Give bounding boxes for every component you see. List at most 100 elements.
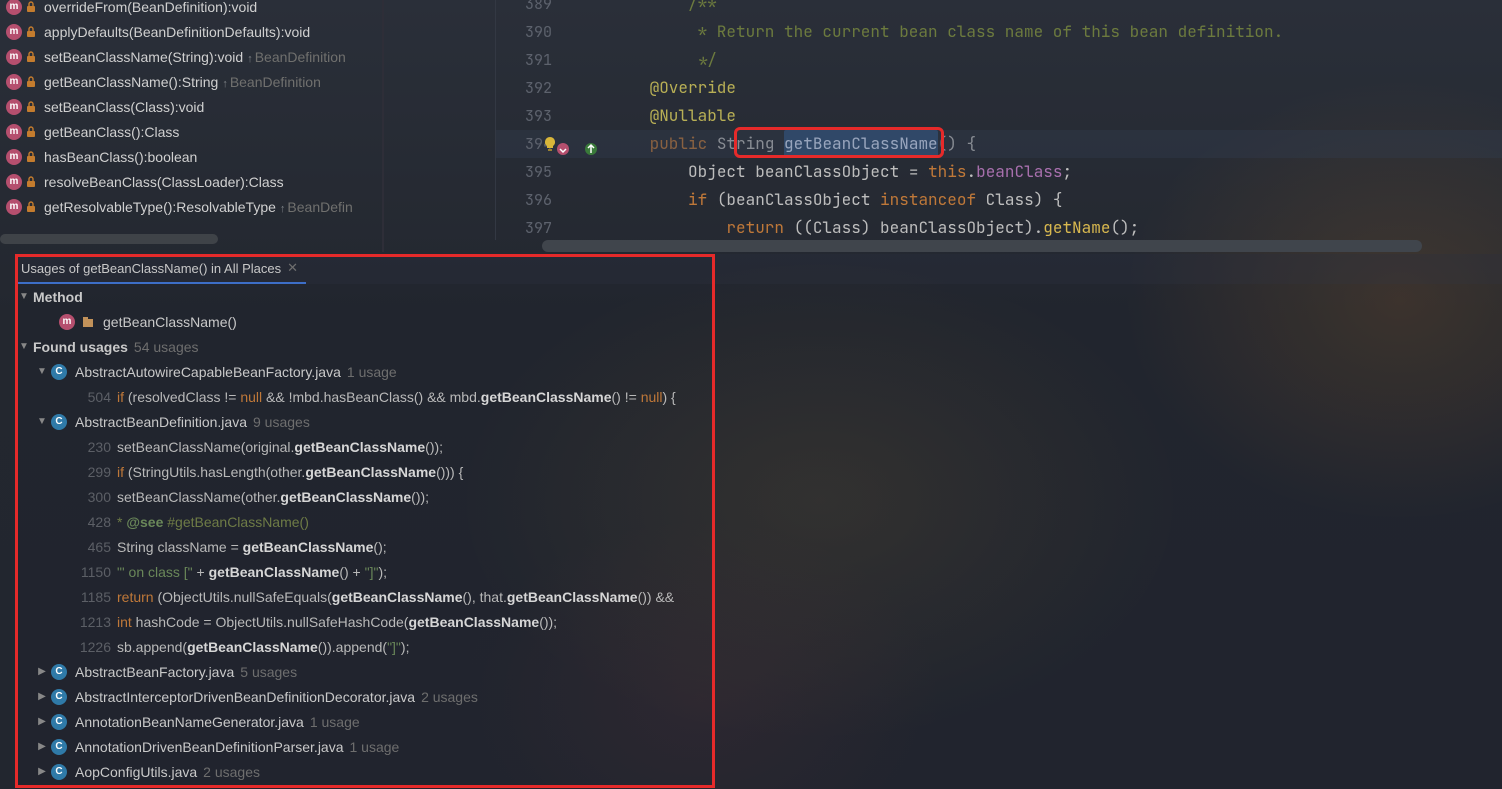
usages-file-node[interactable]: ▶CAnnotationBeanNameGenerator.java1 usag… — [15, 709, 1502, 734]
method-icon: m — [6, 174, 22, 190]
inherited-from: ↑BeanDefin — [280, 199, 353, 215]
usages-file-node[interactable]: ▶C AbstractBeanFactory.java 5 usages — [15, 659, 1502, 684]
structure-hscrollbar[interactable] — [0, 234, 382, 244]
structure-item[interactable]: mgetResolvableType(): ResolvableType↑Bea… — [0, 194, 382, 219]
usages-line-node[interactable]: 1213int hashCode = ObjectUtils.nullSafeH… — [15, 609, 1502, 634]
structure-item[interactable]: msetBeanClass(Class): void — [0, 94, 382, 119]
usage-code: if (resolvedClass != null && !mbd.hasBea… — [117, 389, 676, 405]
class-file-icon: C — [51, 414, 67, 430]
scrollbar-thumb[interactable] — [542, 240, 1422, 252]
target-method: getBeanClassName() — [103, 314, 237, 330]
method-signature: applyDefaults(BeanDefinitionDefaults): — [44, 24, 284, 40]
method-signature: getResolvableType(): — [44, 199, 176, 215]
method-icon: m — [6, 49, 22, 65]
usages-line-node[interactable]: 1150"' on class [" + getBeanClassName() … — [15, 559, 1502, 584]
structure-item[interactable]: mapplyDefaults(BeanDefinitionDefaults): … — [0, 19, 382, 44]
method-icon: m — [6, 149, 22, 165]
tree-toggle-icon[interactable]: ▶ — [33, 691, 51, 702]
structure-item[interactable]: m getBeanClassName(): String↑BeanDefiniti… — [0, 69, 382, 94]
scrollbar-thumb[interactable] — [0, 234, 218, 244]
usage-count: 9 usages — [253, 414, 310, 430]
usages-line-node[interactable]: 504if (resolvedClass != null && !mbd.has… — [15, 384, 1502, 409]
tree-toggle-icon[interactable]: ▼ — [33, 416, 51, 427]
code-line[interactable]: * Return the current bean class name of … — [496, 21, 1283, 42]
file-name: AnnotationDrivenBeanDefinitionParser.jav… — [75, 739, 344, 755]
usage-count: 2 usages — [421, 689, 478, 705]
usages-line-node[interactable]: 300setBeanClassName(other.getBeanClassNa… — [15, 484, 1502, 509]
return-type: ResolvableType — [176, 199, 276, 215]
usages-line-node[interactable]: 428* @see #getBeanClassName() — [15, 509, 1502, 534]
structure-item[interactable]: moverrideFrom(BeanDefinition): void — [0, 0, 382, 19]
usages-file-node[interactable]: ▶CAbstractInterceptorDrivenBeanDefinitio… — [15, 684, 1502, 709]
usages-file-node[interactable]: ▶CAnnotationDrivenBeanDefinitionParser.j… — [15, 734, 1502, 759]
line-number: 392 — [516, 74, 552, 102]
usage-code: if (StringUtils.hasLength(other.getBeanC… — [117, 464, 463, 480]
editor-hscrollbar[interactable] — [542, 240, 1442, 252]
tab-title: Usages of getBeanClassName() in All Plac… — [21, 261, 281, 276]
method-icon: m — [6, 74, 22, 90]
usages-line-node[interactable]: 230 setBeanClassName(original.getBeanClas… — [15, 434, 1502, 459]
usages-line-node[interactable]: 1185return (ObjectUtils.nullSafeEquals(g… — [15, 584, 1502, 609]
class-file-icon: C — [51, 664, 67, 680]
tree-toggle-icon[interactable]: ▼ — [15, 291, 33, 302]
method-signature: hasBeanClass(): — [44, 149, 148, 165]
usage-count: 1 usage — [347, 364, 397, 380]
usages-file-node[interactable]: ▼C AbstractAutowireCapableBeanFactory.jav… — [15, 359, 1502, 384]
inherited-from: ↑BeanDefinition — [222, 74, 321, 90]
usages-line-node[interactable]: 1226sb.append(getBeanClassName()).append… — [15, 634, 1502, 659]
tree-toggle-icon[interactable]: ▶ — [33, 716, 51, 727]
method-icon: m — [6, 124, 22, 140]
lock-icon — [26, 126, 38, 138]
usages-section[interactable]: ▼Found usages54 usages — [15, 334, 1502, 359]
find-usages-tab[interactable]: Usages of getBeanClassName() in All Plac… — [15, 254, 306, 284]
structure-item[interactable]: msetBeanClassName(String): void↑BeanDefi… — [0, 44, 382, 69]
tree-toggle-icon[interactable]: ▶ — [33, 741, 51, 752]
usages-file-node[interactable]: ▶CAopConfigUtils.java2 usages — [15, 759, 1502, 784]
method-signature: resolveBeanClass(ClassLoader): — [44, 174, 249, 190]
usage-count: 1 usage — [350, 739, 400, 755]
usage-code: setBeanClassName(original.getBeanClassNa… — [117, 439, 443, 455]
usages-line-node[interactable]: 465String className = getBeanClassName()… — [15, 534, 1502, 559]
tree-toggle-icon[interactable]: ▼ — [15, 341, 33, 352]
class-file-icon: C — [51, 764, 67, 780]
file-name: AbstractAutowireCapableBeanFactory.java — [75, 364, 341, 380]
lock-icon — [26, 76, 38, 88]
usage-line-number: 428 — [69, 514, 111, 530]
method-icon: m — [59, 314, 75, 330]
usages-line-node[interactable]: 299if (StringUtils.hasLength(other.getBe… — [15, 459, 1502, 484]
tree-toggle-icon[interactable]: ▶ — [33, 766, 51, 777]
tree-toggle-icon[interactable]: ▶ — [33, 666, 51, 677]
close-icon[interactable]: ✕ — [287, 260, 298, 276]
method-signature: getBeanClass(): — [44, 124, 144, 140]
structure-item[interactable]: m hasBeanClass(): boolean — [0, 144, 382, 169]
line-number: 395 — [516, 158, 552, 186]
file-name: AnnotationBeanNameGenerator.java — [75, 714, 304, 730]
structure-item[interactable]: mgetBeanClass(): Class — [0, 119, 382, 144]
editor-pane[interactable]: 389 /**390 * Return the current bean cla… — [382, 0, 1502, 252]
structure-item[interactable]: m resolveBeanClass(ClassLoader): Class — [0, 169, 382, 194]
lock-icon — [26, 101, 38, 113]
usages-section[interactable]: ▼Method — [15, 284, 1502, 309]
usages-file-node[interactable]: ▼CAbstractBeanDefinition.java9 usages — [15, 409, 1502, 434]
find-usages-tabs: Usages of getBeanClassName() in All Plac… — [15, 254, 1502, 284]
tree-toggle-icon[interactable]: ▼ — [33, 366, 51, 377]
return-type: void — [284, 24, 310, 40]
usages-target[interactable]: m getBeanClassName() — [15, 309, 1502, 334]
return-type: String — [182, 74, 219, 90]
method-signature: getBeanClassName(): — [44, 74, 182, 90]
usage-line-number: 230 — [69, 439, 111, 455]
find-usages-tool-window[interactable]: Usages of getBeanClassName() in All Plac… — [15, 254, 1502, 789]
return-type: void — [232, 0, 258, 15]
editor-gutter[interactable] — [384, 0, 496, 240]
method-icon: m — [6, 99, 22, 115]
return-type: Class — [249, 174, 284, 190]
usage-code: int hashCode = ObjectUtils.nullSafeHashC… — [117, 614, 557, 630]
usage-code: String className = getBeanClassName(); — [117, 539, 387, 555]
lock-icon — [26, 201, 38, 213]
structure-tool-window[interactable]: moverrideFrom(BeanDefinition): voidmappl… — [0, 0, 382, 250]
file-name: AbstractBeanFactory.java — [75, 664, 234, 680]
return-type: boolean — [148, 149, 198, 165]
class-file-icon: C — [51, 364, 67, 380]
usage-count: 5 usages — [240, 664, 297, 680]
intention-bulb-icon[interactable] — [542, 130, 558, 158]
